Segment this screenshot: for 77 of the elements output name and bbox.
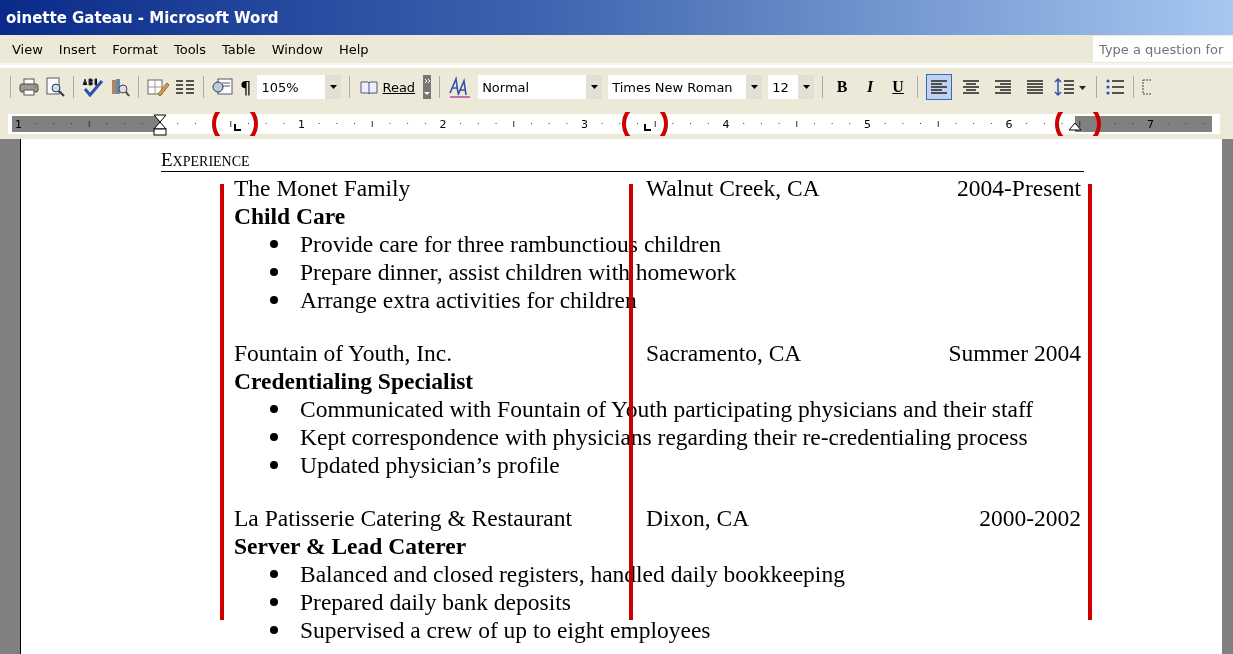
left-tab-icon[interactable] — [644, 123, 652, 131]
bullet-text: Prepared daily bank deposits — [300, 588, 571, 616]
line-spacing-icon[interactable] — [1054, 77, 1089, 97]
font-size-dropdown[interactable]: 12 — [768, 75, 815, 99]
toolbar-options-icon[interactable] — [423, 75, 432, 99]
spelling-check-icon[interactable] — [82, 77, 104, 97]
bulleted-list-icon[interactable] — [1105, 78, 1126, 96]
menu-item[interactable]: Window — [263, 41, 331, 57]
job-title: Credentialing Specialist — [234, 367, 475, 395]
caret-icon — [590, 85, 598, 89]
bullet-text: Updated physician’s profile — [300, 451, 560, 479]
job-location: Dixon, CA — [646, 504, 751, 532]
bullet-icon — [270, 598, 278, 606]
ruler-number: 1 — [15, 118, 22, 131]
printer-icon[interactable] — [19, 78, 39, 96]
bullet-icon — [270, 405, 278, 413]
read-button[interactable]: Read — [358, 79, 418, 95]
caret-icon — [802, 85, 810, 89]
document-map-icon[interactable] — [212, 77, 234, 97]
ruler-number: 5 — [864, 118, 871, 131]
bullet-text: Supervised a crew of up to eight employees — [300, 616, 711, 644]
style-dropdown[interactable]: Normal — [478, 75, 603, 99]
ruler-number: 3 — [581, 118, 588, 131]
align-left-button[interactable] — [926, 74, 953, 100]
bullet-icon — [270, 461, 278, 469]
print-preview-icon[interactable] — [45, 77, 65, 97]
menu-item[interactable]: Insert — [50, 41, 105, 57]
ruler-number: 4 — [722, 118, 730, 131]
indent-marker-icon[interactable] — [153, 114, 167, 136]
styles-icon[interactable] — [448, 76, 473, 98]
font-dropdown[interactable]: Times New Roman — [608, 75, 763, 99]
align-right-icon — [994, 79, 1013, 95]
align-justify-icon — [1026, 79, 1045, 95]
align-center-icon — [962, 79, 981, 95]
menu-item[interactable]: View — [4, 41, 51, 57]
caret-icon — [329, 85, 337, 89]
right-indent-marker-icon[interactable] — [1068, 122, 1082, 131]
bullet-icon — [270, 433, 278, 441]
help-search-field[interactable]: Type a question for — [1093, 36, 1233, 62]
bold-button[interactable]: B — [831, 78, 854, 96]
job-dates: Summer 2004 — [948, 339, 1081, 367]
job-title: Child Care — [234, 202, 347, 230]
bullet-icon — [270, 240, 278, 248]
job-location: Walnut Creek, CA — [646, 174, 821, 202]
ruler-number: 2 — [439, 118, 447, 131]
employer-name: La Patisserie Catering & Restaurant — [234, 504, 574, 532]
bullet-icon — [270, 268, 278, 276]
section-heading: EXPERIENCE — [161, 149, 250, 171]
left-tab-icon[interactable] — [234, 123, 242, 131]
italic-button[interactable]: I — [859, 78, 882, 96]
book-icon — [360, 80, 379, 94]
job-location: Sacramento, CA — [646, 339, 803, 367]
window-title: oinette Gateau - Microsoft Word — [6, 8, 279, 27]
zoom-dropdown[interactable]: 105% — [257, 75, 342, 99]
menu-item[interactable]: Tools — [165, 41, 214, 57]
menu-item[interactable]: Format — [104, 41, 166, 57]
bullet-icon — [270, 296, 278, 304]
align-left-icon — [930, 79, 949, 95]
table-pencil-icon[interactable] — [147, 77, 169, 97]
menu-item[interactable]: Table — [214, 41, 264, 57]
employer-name: The Monet Family — [234, 174, 412, 202]
ruler-number: 1 — [298, 118, 305, 131]
underline-button[interactable]: U — [887, 78, 910, 96]
bullet-icon — [270, 570, 278, 578]
employer-name: Fountain of Youth, Inc. — [234, 339, 454, 367]
columns-icon[interactable] — [175, 78, 195, 96]
books-magnifier-icon[interactable] — [110, 77, 130, 97]
ruler-number: 6 — [1005, 118, 1013, 131]
pilcrow-button[interactable]: ¶ — [240, 76, 252, 98]
job-dates: 2004-Present — [957, 174, 1081, 202]
job-dates: 2000-2002 — [979, 504, 1081, 532]
ruler-number: 7 — [1147, 118, 1154, 131]
bullet-icon — [270, 626, 278, 634]
job-title: Server & Lead Caterer — [234, 532, 468, 560]
caret-icon — [750, 85, 758, 89]
menu-item[interactable]: Help — [330, 41, 377, 57]
bullet-text: Prepare dinner, assist children with homework — [300, 258, 737, 286]
